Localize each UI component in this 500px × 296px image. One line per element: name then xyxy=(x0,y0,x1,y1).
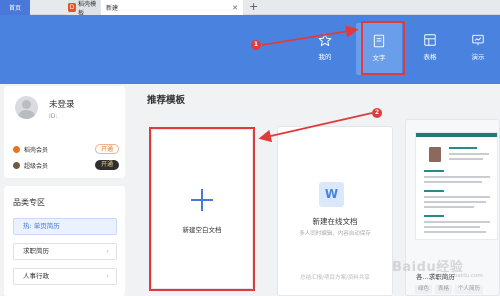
resume-tag: 表格 xyxy=(435,285,453,294)
add-tab-button[interactable]: + xyxy=(249,0,258,15)
close-icon[interactable]: ✕ xyxy=(232,4,238,12)
nav-mine[interactable]: 我的 xyxy=(305,33,345,61)
resume-thumbnail xyxy=(415,132,498,240)
new-blank-document-label: 新建空白文档 xyxy=(182,226,222,234)
document-icon xyxy=(373,34,385,48)
table-icon xyxy=(424,34,436,46)
category-item-label: 人事行政 xyxy=(23,272,49,280)
category-item-hr-admin[interactable]: 人事行政 › xyxy=(13,268,117,285)
nav-text[interactable]: 文字 xyxy=(356,23,402,75)
chevron-right-icon: › xyxy=(106,272,109,280)
resume-tag: 绿色 xyxy=(415,285,433,294)
chevron-right-icon: › xyxy=(106,247,109,255)
category-item-label: 热: 单页简历 xyxy=(23,222,60,230)
category-panel: 品类专区 热: 单页简历 求职简历 › 人事行政 › xyxy=(4,186,125,296)
watermark-sub: jingyan.baidu.com xyxy=(432,273,483,279)
step-badge-1: 1 xyxy=(251,40,261,50)
docer-vip-label: 稻壳会员 xyxy=(24,146,49,154)
user-card: 未登录 ID: 稻壳会员 开通 超级会员 开通 xyxy=(4,86,125,178)
nav-table-label: 表格 xyxy=(423,53,437,61)
nav-text-label: 文字 xyxy=(372,54,386,62)
docer-vip-row: 稻壳会员 开通 xyxy=(13,143,119,155)
step-badge-2: 2 xyxy=(372,108,382,118)
category-title: 品类专区 xyxy=(13,198,45,207)
super-vip-open-button[interactable]: 开通 xyxy=(95,160,119,170)
new-blank-document-card[interactable]: 新建空白文档 xyxy=(151,129,253,289)
nav-mine-label: 我的 xyxy=(318,53,332,61)
star-icon xyxy=(318,33,332,47)
new-online-document-card[interactable]: W 新建在线文档 多人同时编辑，内容自动保存 总结汇报/项目方案/资料共享 xyxy=(277,126,393,296)
tab-docer[interactable]: D 稻壳模板 xyxy=(68,0,100,17)
user-name[interactable]: 未登录 xyxy=(49,98,75,110)
category-item-single-page-resume[interactable]: 热: 单页简历 xyxy=(13,218,117,235)
section-title: 推荐模板 xyxy=(147,95,186,106)
resume-tag: 个人简历 xyxy=(455,285,484,294)
super-vip-icon xyxy=(13,161,20,169)
nav-table[interactable]: 表格 xyxy=(410,33,450,61)
category-item-label: 求职简历 xyxy=(23,247,49,255)
header-bar: 我的 文字 表格 演示 xyxy=(0,15,500,84)
tab-home[interactable]: 首页 xyxy=(0,0,30,15)
docer-vip-icon xyxy=(13,145,20,153)
online-document-footer: 总结汇报/项目方案/资料共享 xyxy=(300,275,370,281)
super-vip-label: 超级会员 xyxy=(24,162,49,170)
resume-tags: 绿色 表格 个人简历 xyxy=(415,285,484,294)
plus-icon xyxy=(191,189,213,211)
super-vip-row: 超级会员 开通 xyxy=(13,159,119,171)
tab-new[interactable]: 新建 ✕ xyxy=(101,0,243,15)
avatar[interactable] xyxy=(15,96,38,119)
tab-bar: 首页 D 稻壳模板 新建 ✕ + xyxy=(0,0,500,17)
presentation-icon xyxy=(472,34,484,46)
category-item-job-resume[interactable]: 求职简历 › xyxy=(13,243,117,260)
docer-vip-open-button[interactable]: 开通 xyxy=(95,144,119,154)
nav-present-label: 演示 xyxy=(471,53,485,61)
user-id: ID: xyxy=(49,113,58,120)
tab-home-label: 首页 xyxy=(8,5,21,12)
docer-icon: D xyxy=(68,3,77,12)
nav-present[interactable]: 演示 xyxy=(458,33,498,61)
tab-new-label: 新建 xyxy=(106,5,119,12)
online-document-desc: 多人同时编辑，内容自动保存 xyxy=(299,231,371,237)
word-icon: W xyxy=(319,182,344,207)
online-document-title: 新建在线文档 xyxy=(312,217,358,226)
